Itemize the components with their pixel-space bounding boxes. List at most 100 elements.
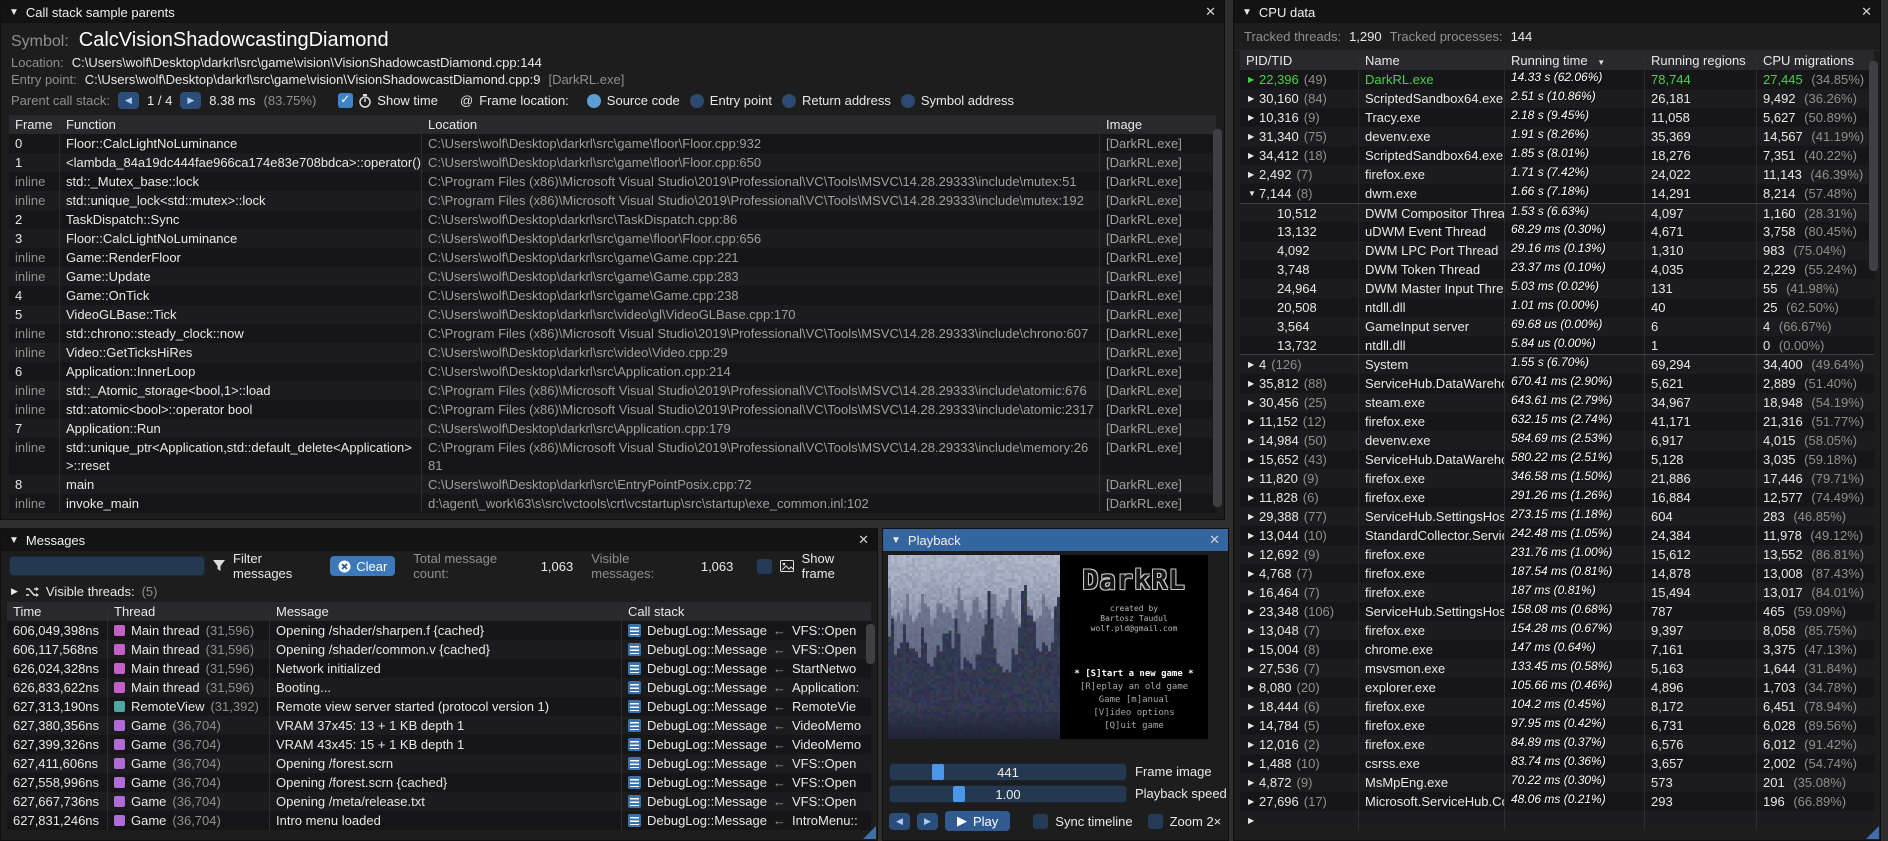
function-name[interactable]: main: [59, 475, 421, 494]
process-pid-cell[interactable]: ▶ 16,464 (7): [1240, 583, 1358, 602]
process-pid-cell[interactable]: ▶ 8,080 (20): [1240, 678, 1358, 697]
frame-image-slider[interactable]: 441: [889, 763, 1127, 781]
frame-column-header[interactable]: Frame: [9, 115, 59, 134]
process-pid-cell[interactable]: ▶ 35,812 (88): [1240, 374, 1358, 393]
process-row[interactable]: 13,732 ntdll.dll 5.84 us (0.00%) 1: [1240, 336, 1874, 355]
close-icon[interactable]: ✕: [1205, 4, 1216, 20]
source-location[interactable]: C:\Program Files (x86)\Microsoft Visual …: [421, 381, 1099, 400]
callstack-scrollbar[interactable]: [1213, 129, 1222, 507]
messages-scrollbar[interactable]: [866, 624, 875, 664]
callstack-row[interactable]: inline std::chrono::steady_clock::now C:…: [9, 324, 1216, 343]
process-pid-cell[interactable]: ▶ 30,456 (25): [1240, 393, 1358, 412]
show-time-checkbox[interactable]: [338, 93, 353, 108]
function-name[interactable]: std::_Atomic_storage<bool,1>::load: [59, 381, 421, 400]
message-callstack[interactable]: DebugLog::Message ← VFS::Open: [621, 621, 871, 640]
message-callstack[interactable]: DebugLog::Message ← RemoteVie: [621, 697, 871, 716]
source-location[interactable]: C:\Users\wolf\Desktop\darkrl\src\game\fl…: [421, 134, 1099, 153]
process-name[interactable]: ntdll.dll: [1358, 336, 1504, 354]
process-name[interactable]: ServiceHub.DataWareho: [1358, 374, 1504, 393]
collapse-icon[interactable]: ▼: [9, 7, 19, 18]
callstack-row[interactable]: inline std::atomic<bool>::operator bool …: [9, 400, 1216, 419]
callstack-list-icon[interactable]: [628, 795, 641, 808]
process-pid-cell[interactable]: 3,748: [1240, 260, 1358, 279]
expand-arrow-icon[interactable]: ▶: [1246, 127, 1259, 146]
next-stack-button[interactable]: ▶: [180, 92, 201, 109]
process-name[interactable]: System: [1358, 355, 1504, 374]
process-row[interactable]: ▶ 11,820 (9) firefox.exe 346.58 ms (1.50…: [1240, 469, 1874, 488]
process-pid-cell[interactable]: ▶: [1240, 811, 1358, 830]
prev-frame-button[interactable]: ◀: [889, 813, 910, 830]
process-pid-cell[interactable]: ▶ 34,412 (18): [1240, 146, 1358, 165]
source-location[interactable]: C:\Program Files (x86)\Microsoft Visual …: [421, 324, 1099, 343]
message-callstack[interactable]: DebugLog::Message ← VFS::Open: [621, 792, 871, 811]
cpu-titlebar[interactable]: ▼ CPU data ✕: [1234, 1, 1880, 23]
function-name[interactable]: <lambda_84a19dc444fae966ca174e83e708bdca…: [59, 153, 421, 172]
process-name[interactable]: DWM Compositor Thread: [1358, 204, 1504, 222]
sync-timeline-checkbox[interactable]: [1033, 814, 1048, 829]
radio-icon[interactable]: [587, 94, 601, 108]
playback-speed-slider[interactable]: 1.00: [889, 785, 1127, 803]
process-name[interactable]: ServiceHub.SettingsHost: [1358, 507, 1504, 526]
thread-column-header[interactable]: Thread: [107, 602, 269, 621]
process-pid-cell[interactable]: ▶ 13,048 (7): [1240, 621, 1358, 640]
callstack-row[interactable]: inline Game::RenderFloor C:\Users\wolf\D…: [9, 248, 1216, 267]
process-row[interactable]: ▶ 12,692 (9) firefox.exe 231.76 ms (1.00…: [1240, 545, 1874, 564]
function-name[interactable]: std::_Mutex_base::lock: [59, 172, 421, 191]
process-name[interactable]: firefox.exe: [1358, 621, 1504, 640]
process-pid-cell[interactable]: ▶ 31,340 (75): [1240, 127, 1358, 146]
process-row[interactable]: 10,512 DWM Compositor Thread 1.53 s (6.6…: [1240, 203, 1874, 222]
cpu-scrollbar[interactable]: [1869, 61, 1878, 271]
process-row[interactable]: ▶ 27,536 (7) msvsmon.exe 133.45 ms (0.58…: [1240, 659, 1874, 678]
message-row[interactable]: 626,024,328ns Main thread (31,596) Netwo…: [7, 659, 871, 678]
process-name[interactable]: firefox.exe: [1358, 583, 1504, 602]
process-row[interactable]: 24,964 DWM Master Input Threa 5.03 ms (0…: [1240, 279, 1874, 298]
resize-grip[interactable]: [1866, 826, 1879, 839]
process-name[interactable]: firefox.exe: [1358, 735, 1504, 754]
frame-location-radio[interactable]: Source code: [587, 93, 680, 108]
process-row[interactable]: ▶ 12,016 (2) firefox.exe 84.89 ms (0.37%…: [1240, 735, 1874, 754]
function-name[interactable]: std::unique_lock<std::mutex>::lock: [59, 191, 421, 210]
function-name[interactable]: std::atomic<bool>::operator bool: [59, 400, 421, 419]
process-row[interactable]: ▶ 4,872 (9) MsMpEng.exe 70.22 ms (0.30%)…: [1240, 773, 1874, 792]
function-name[interactable]: Application::Run: [59, 419, 421, 438]
callstack-row[interactable]: 0 Floor::CalcLightNoLuminance C:\Users\w…: [9, 134, 1216, 153]
message-callstack[interactable]: DebugLog::Message ← StartNetwo: [621, 659, 871, 678]
expand-arrow-icon[interactable]: ▶: [1246, 70, 1259, 89]
process-name[interactable]: chrome.exe: [1358, 640, 1504, 659]
collapse-icon[interactable]: ▼: [1242, 7, 1252, 18]
expand-arrow-icon[interactable]: ▶: [1246, 450, 1259, 469]
process-row[interactable]: ▶ 30,160 (84) ScriptedSandbox64.exe 2.51…: [1240, 89, 1874, 108]
messages-titlebar[interactable]: ▼ Messages ✕: [1, 529, 877, 551]
process-row[interactable]: ▶ 31,340 (75) devenv.exe 1.91 s (8.26%) …: [1240, 127, 1874, 146]
message-callstack[interactable]: DebugLog::Message ← IntroMenu::: [621, 811, 871, 830]
process-name[interactable]: ScriptedSandbox64.exe: [1358, 146, 1504, 165]
expand-arrow-icon[interactable]: ▶: [1246, 659, 1259, 678]
process-row[interactable]: ▶: [1240, 811, 1874, 830]
message-row[interactable]: 627,558,996ns Game (36,704) Opening /for…: [7, 773, 871, 792]
collapse-icon[interactable]: ▼: [891, 535, 901, 546]
callstack-list-icon[interactable]: [628, 624, 641, 637]
message-row[interactable]: 627,380,356ns Game (36,704) VRAM 37x45: …: [7, 716, 871, 735]
process-name[interactable]: DWM Token Thread: [1358, 260, 1504, 279]
process-name[interactable]: MsMpEng.exe: [1358, 773, 1504, 792]
process-row[interactable]: ▶ 14,984 (50) devenv.exe 584.69 ms (2.53…: [1240, 431, 1874, 450]
callstack-titlebar[interactable]: ▼ Call stack sample parents ✕: [1, 1, 1224, 23]
message-callstack[interactable]: DebugLog::Message ← VFS::Open: [621, 640, 871, 659]
close-icon[interactable]: ✕: [1209, 532, 1220, 548]
process-row[interactable]: ▶ 15,004 (8) chrome.exe 147 ms (0.64%) 7…: [1240, 640, 1874, 659]
source-location[interactable]: C:\Users\wolf\Desktop\darkrl\src\game\Ga…: [421, 286, 1099, 305]
callstack-list-icon[interactable]: [628, 776, 641, 789]
playback-titlebar[interactable]: ▼ Playback ✕: [883, 529, 1228, 551]
callstack-column-header[interactable]: Call stack: [621, 602, 871, 621]
process-pid-cell[interactable]: ▶ 14,784 (5): [1240, 716, 1358, 735]
message-row[interactable]: 627,399,326ns Game (36,704) VRAM 43x45: …: [7, 735, 871, 754]
expand-arrow-icon[interactable]: ▶: [1246, 355, 1259, 374]
process-name[interactable]: DWM Master Input Threa: [1358, 279, 1504, 298]
process-row[interactable]: ▶ 15,652 (43) ServiceHub.DataWareho 580.…: [1240, 450, 1874, 469]
expand-arrow-icon[interactable]: ▶: [1246, 545, 1259, 564]
callstack-row[interactable]: 4 Game::OnTick C:\Users\wolf\Desktop\dar…: [9, 286, 1216, 305]
process-row[interactable]: ▶ 14,784 (5) firefox.exe 97.95 ms (0.42%…: [1240, 716, 1874, 735]
process-pid-cell[interactable]: ▶ 1,488 (10): [1240, 754, 1358, 773]
function-name[interactable]: invoke_main: [59, 494, 421, 513]
expand-arrow-icon[interactable]: ▶: [1246, 640, 1259, 659]
